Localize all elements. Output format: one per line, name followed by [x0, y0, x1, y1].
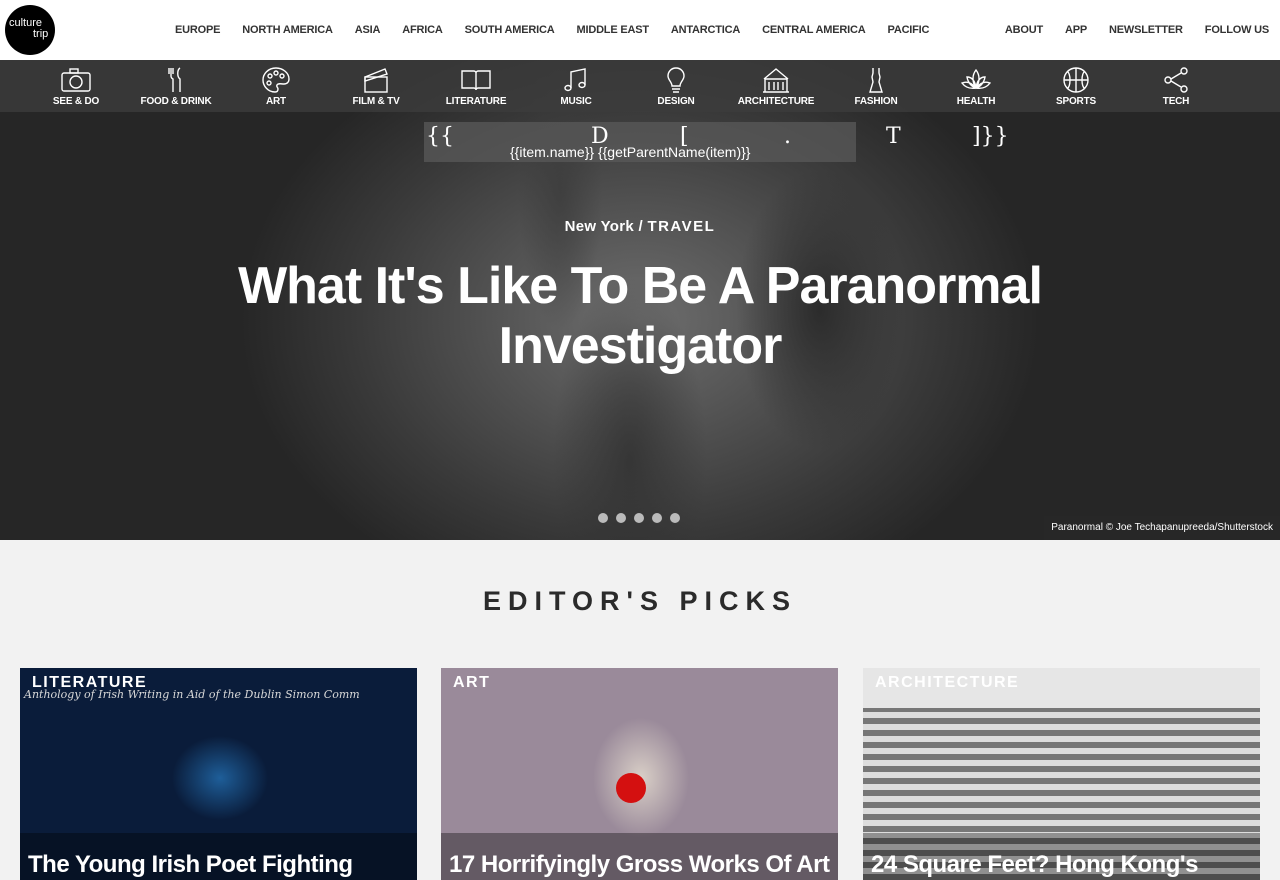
slide-dot[interactable]	[616, 513, 626, 523]
fork-knife-icon	[168, 67, 181, 92]
pick-card-art[interactable]: ART 17 Horrifyingly Gross Works Of Art	[441, 668, 838, 880]
category-label: SEE & DO	[52, 96, 100, 107]
category-label: SPORTS	[1056, 96, 1096, 107]
camera-icon	[61, 68, 91, 92]
newsletter-link[interactable]: NEWSLETTER	[1098, 24, 1194, 36]
card-title[interactable]: 17 Horrifyingly Gross Works Of Art	[449, 851, 830, 879]
card-category-tag[interactable]: LITERATURE	[32, 674, 147, 692]
share-icon	[1164, 67, 1188, 93]
category-label: FILM & TV	[352, 96, 400, 107]
hero-meta: New York / TRAVEL	[0, 218, 1280, 235]
culture-trip-logo[interactable]: culture trip	[5, 5, 55, 55]
category-film-tv[interactable]: FILM & TV	[326, 60, 426, 112]
top-navigation: culture trip EUROPE NORTH AMERICA ASIA A…	[0, 0, 1280, 60]
template-glyph: ]}}	[972, 124, 1009, 149]
palette-icon	[262, 67, 290, 93]
app-link[interactable]: APP	[1054, 24, 1098, 36]
slide-dot[interactable]	[652, 513, 662, 523]
region-link-middle-east[interactable]: MIDDLE EAST	[566, 24, 660, 36]
hero-banner[interactable]: SEE & DO FOOD & DRINK ART FILM & TV LITE…	[0, 60, 1280, 540]
dress-icon	[869, 68, 883, 93]
category-art[interactable]: ART	[226, 60, 326, 112]
basketball-icon	[1063, 67, 1089, 93]
region-link-pacific[interactable]: PACIFIC	[877, 24, 941, 36]
lotus-icon	[960, 68, 992, 90]
pick-card-architecture[interactable]: ARCHITECTURE 24 Square Feet? Hong Kong's	[863, 668, 1260, 880]
card-category-tag[interactable]: ARCHITECTURE	[875, 674, 1019, 692]
editors-picks-heading: EDITOR'S PICKS	[483, 586, 797, 616]
image-credit: Paranormal © Joe Techapanupreeda/Shutter…	[1044, 516, 1280, 540]
category-music[interactable]: MUSIC	[526, 60, 626, 112]
follow-us-link[interactable]: FOLLOW US	[1194, 24, 1280, 36]
category-sports[interactable]: SPORTS	[1026, 60, 1126, 112]
category-design[interactable]: DESIGN	[626, 60, 726, 112]
region-link-africa[interactable]: AFRICA	[391, 24, 453, 36]
about-link[interactable]: ABOUT	[994, 24, 1054, 36]
category-label: DESIGN	[657, 96, 695, 107]
template-glyph: {{	[426, 124, 454, 149]
category-label: ARCHITECTURE	[737, 96, 815, 107]
pick-card-literature[interactable]: Anthology of Irish Writing in Aid of the…	[20, 668, 417, 880]
region-link-antarctica[interactable]: ANTARCTICA	[660, 24, 751, 36]
category-label: FASHION	[854, 96, 898, 107]
slide-indicators	[598, 513, 688, 523]
category-label: FOOD & DRINK	[140, 96, 212, 107]
region-link-central-america[interactable]: CENTRAL AMERICA	[751, 24, 876, 36]
category-label: TECH	[1162, 96, 1190, 107]
category-label: ART	[266, 96, 286, 107]
hero-location[interactable]: New York	[565, 218, 634, 235]
card-title[interactable]: The Young Irish Poet Fighting	[28, 851, 353, 879]
template-glyph: .	[784, 124, 791, 149]
category-label: MUSIC	[560, 96, 592, 107]
hero-title[interactable]: What It's Like To Be A Paranormal Invest…	[200, 256, 1080, 376]
category-health[interactable]: HEALTH	[926, 60, 1026, 112]
region-link-south-america[interactable]: SOUTH AMERICA	[454, 24, 566, 36]
category-label: HEALTH	[956, 96, 996, 107]
building-icon	[763, 68, 789, 93]
logo-text-line1: culture	[9, 17, 43, 29]
meta-separator: /	[634, 218, 648, 235]
category-food-drink[interactable]: FOOD & DRINK	[126, 60, 226, 112]
card-category-tag[interactable]: ART	[453, 674, 490, 692]
slide-dot[interactable]	[670, 513, 680, 523]
card-title[interactable]: 24 Square Feet? Hong Kong's	[871, 851, 1198, 879]
region-link-north-america[interactable]: NORTH AMERICA	[231, 24, 344, 36]
search-suggestion-text: {{item.name}} {{getParentName(item)}}	[510, 144, 751, 160]
clapperboard-icon	[364, 68, 388, 93]
music-note-icon	[564, 68, 586, 92]
lightbulb-icon	[667, 67, 685, 93]
logo-text-line2: trip	[33, 28, 49, 40]
category-label: LITERATURE	[445, 96, 507, 107]
category-literature[interactable]: LITERATURE	[426, 60, 526, 112]
clown-nose-shape	[616, 773, 646, 803]
template-glyph: T	[886, 124, 901, 149]
hero-section[interactable]: TRAVEL	[647, 218, 715, 235]
book-icon	[461, 70, 491, 91]
region-link-europe[interactable]: EUROPE	[164, 24, 231, 36]
region-link-asia[interactable]: ASIA	[344, 24, 391, 36]
category-architecture[interactable]: ARCHITECTURE	[726, 60, 826, 112]
category-fashion[interactable]: FASHION	[826, 60, 926, 112]
slide-dot[interactable]	[634, 513, 644, 523]
utility-nav: ABOUT APP NEWSLETTER FOLLOW US	[994, 0, 1280, 60]
category-bar: SEE & DO FOOD & DRINK ART FILM & TV LITE…	[0, 60, 1280, 112]
slide-dot[interactable]	[598, 513, 608, 523]
category-tech[interactable]: TECH	[1126, 60, 1226, 112]
region-nav: EUROPE NORTH AMERICA ASIA AFRICA SOUTH A…	[164, 0, 940, 60]
category-see-do[interactable]: SEE & DO	[26, 60, 126, 112]
